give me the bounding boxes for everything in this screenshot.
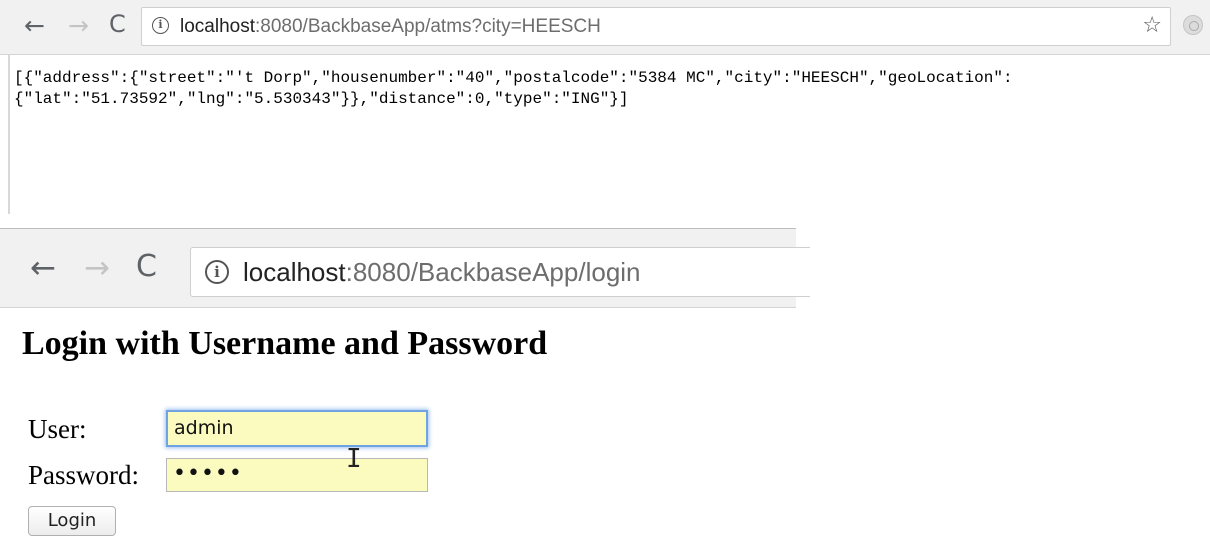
window-edge bbox=[8, 55, 10, 214]
info-icon[interactable]: i bbox=[205, 260, 229, 284]
url-path: :8080/BackbaseApp/atms?city=HEESCH bbox=[255, 16, 601, 37]
login-button[interactable]: Login bbox=[28, 506, 116, 536]
password-input[interactable]: ••••• bbox=[166, 458, 428, 492]
password-label: Password: bbox=[28, 460, 140, 490]
browser-toolbar: ← → C i localhost:8080/BackbaseApp/atms?… bbox=[0, 0, 1210, 55]
forward-arrow-icon[interactable]: → bbox=[68, 13, 89, 38]
json-line-1: [{"address":{"street":"'t Dorp","housenu… bbox=[14, 69, 1013, 87]
forward-arrow-icon[interactable]: → bbox=[84, 253, 110, 284]
browser-toolbar-login: ← → C i localhost:8080/BackbaseApp/login bbox=[0, 228, 810, 308]
url-host: localhost bbox=[180, 16, 255, 37]
user-label: User: bbox=[28, 414, 87, 444]
username-value: admin bbox=[174, 417, 234, 439]
info-icon[interactable]: i bbox=[152, 17, 169, 34]
reload-icon[interactable]: C bbox=[136, 252, 157, 282]
address-bar[interactable]: i localhost:8080/BackbaseApp/atms?city=H… bbox=[141, 7, 1171, 46]
json-line-2: {"lat":"51.73592","lng":"5.530343"}},"di… bbox=[14, 90, 629, 108]
page-title: Login with Username and Password bbox=[22, 325, 548, 362]
text-cursor-icon: I bbox=[346, 444, 362, 474]
atms-browser-window: ← → C i localhost:8080/BackbaseApp/atms?… bbox=[0, 0, 1210, 214]
json-response: [{"address":{"street":"'t Dorp","housenu… bbox=[14, 68, 1013, 110]
url-path: :8080/BackbaseApp/login bbox=[345, 257, 641, 287]
back-arrow-icon[interactable]: ← bbox=[30, 253, 56, 284]
extension-icon[interactable] bbox=[1183, 15, 1203, 35]
url-text[interactable]: localhost:8080/BackbaseApp/atms?city=HEE… bbox=[180, 8, 601, 45]
bookmark-star-icon[interactable]: ☆ bbox=[1142, 14, 1162, 38]
username-input[interactable]: admin bbox=[166, 410, 428, 447]
back-arrow-icon[interactable]: ← bbox=[24, 13, 45, 38]
address-bar[interactable]: i localhost:8080/BackbaseApp/login bbox=[190, 247, 810, 297]
reload-icon[interactable]: C bbox=[109, 12, 126, 36]
url-text[interactable]: localhost:8080/BackbaseApp/login bbox=[243, 248, 641, 296]
url-host: localhost bbox=[243, 257, 346, 287]
password-value: ••••• bbox=[173, 461, 243, 486]
